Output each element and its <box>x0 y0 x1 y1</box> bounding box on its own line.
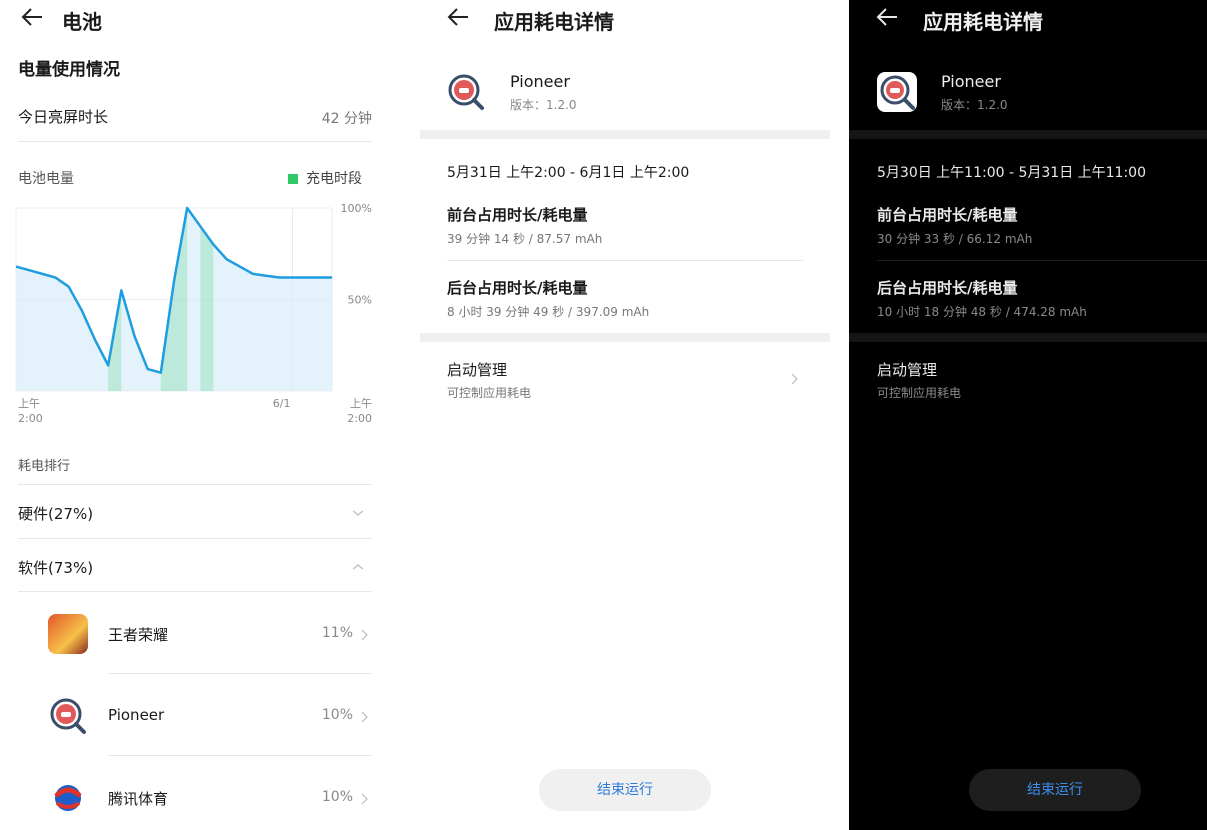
hardware-row[interactable]: 硬件(27%) <box>18 503 93 524</box>
list-item[interactable]: Pioneer 10% <box>0 676 405 756</box>
back-arrow-icon[interactable] <box>20 4 46 30</box>
foreground-label: 前台占用时长/耗电量 <box>447 206 588 224</box>
section-separator <box>420 333 830 342</box>
usage-section-title: 电量使用情况 <box>18 60 120 80</box>
background-label: 后台占用时长/耗电量 <box>447 279 588 297</box>
x-tick-label: 6/1 <box>273 397 291 410</box>
divider <box>18 538 372 539</box>
launch-label: 启动管理 <box>877 361 938 379</box>
pioneer-app-icon <box>446 72 486 112</box>
pioneer-app-icon <box>877 72 917 112</box>
app-version: 版本：1.2.0 <box>941 98 1008 112</box>
charging-area <box>200 226 214 391</box>
app-name: Pioneer <box>510 72 570 91</box>
foreground-value: 39 分钟 14 秒 / 87.57 mAh <box>447 232 603 246</box>
app-percent: 10% <box>321 707 353 723</box>
chevron-right-icon <box>357 791 371 805</box>
divider <box>877 260 1207 261</box>
top-bar: 应用耗电详情 <box>849 0 1207 40</box>
battery-screen: 电池 电量使用情况 今日亮屏时长 42 分钟 电池电量 充电时段 100% 50%… <box>0 0 405 830</box>
section-separator <box>849 333 1207 342</box>
chevron-right-icon[interactable] <box>787 371 801 385</box>
end-task-button[interactable]: 结束运行 <box>539 769 711 811</box>
chevron-down-icon[interactable] <box>351 505 365 519</box>
list-item[interactable]: 腾讯体育 10% <box>0 758 405 830</box>
y-tick-label: 100% <box>341 202 372 215</box>
page-title: 应用耗电详情 <box>923 10 1043 34</box>
background-label: 后台占用时长/耗电量 <box>877 279 1018 297</box>
divider <box>108 673 372 674</box>
app-name: Pioneer <box>941 72 1001 91</box>
tencent-sports-app-icon <box>48 778 88 818</box>
background-value: 10 小时 18 分钟 48 秒 / 474.28 mAh <box>877 305 1087 319</box>
foreground-value: 30 分钟 33 秒 / 66.12 mAh <box>877 232 1033 246</box>
page-title: 电池 <box>62 10 102 34</box>
chart-legend: 充电时段 <box>288 168 362 188</box>
end-task-button[interactable]: 结束运行 <box>969 769 1141 811</box>
battery-chart-svg: 100% 50% 上午 2:00 6/1 上午 2:00 <box>15 202 372 425</box>
app-version: 版本：1.2.0 <box>510 98 577 112</box>
back-arrow-icon[interactable] <box>446 4 472 30</box>
foreground-label: 前台占用时长/耗电量 <box>877 206 1018 224</box>
ranking-label: 耗电排行 <box>18 459 71 474</box>
divider <box>18 484 372 485</box>
x-tick-label: 上午 <box>350 397 372 410</box>
section-separator <box>849 130 1207 139</box>
top-bar: 应用耗电详情 <box>420 0 830 40</box>
screen-on-value: 42 分钟 <box>321 111 372 127</box>
app-name: 腾讯体育 <box>108 790 169 808</box>
launch-sub: 可控制应用耗电 <box>447 386 532 400</box>
top-bar: 电池 <box>0 0 405 40</box>
battery-level-label: 电池电量 <box>18 171 74 187</box>
divider <box>447 260 803 261</box>
legend-charging-label: 充电时段 <box>306 171 362 187</box>
chevron-up-icon[interactable] <box>351 559 365 573</box>
app-detail-screen-dark: 应用耗电详情 Pioneer 版本：1.2.0 5月30日 上午11:00 - … <box>849 0 1207 830</box>
launch-label: 启动管理 <box>447 361 508 379</box>
app-name: 王者荣耀 <box>108 626 169 644</box>
time-range: 5月30日 上午11:00 - 5月31日 上午11:00 <box>877 165 1146 181</box>
divider <box>108 755 372 756</box>
x-tick-label: 2:00 <box>347 412 372 425</box>
pioneer-app-icon <box>48 696 88 736</box>
app-percent: 11% <box>321 625 353 641</box>
page-title: 应用耗电详情 <box>494 10 614 34</box>
divider <box>18 591 372 592</box>
software-row[interactable]: 软件(73%) <box>18 557 93 578</box>
app-percent: 10% <box>321 789 353 805</box>
chevron-right-icon <box>357 627 371 641</box>
honor-of-kings-app-icon <box>48 614 88 654</box>
app-name: Pioneer <box>108 706 165 724</box>
y-tick-label: 50% <box>348 294 372 307</box>
x-tick-label: 2:00 <box>18 412 43 425</box>
chevron-right-icon <box>357 709 371 723</box>
battery-chart: 100% 50% 上午 2:00 6/1 上午 2:00 <box>14 196 394 436</box>
charging-swatch <box>288 174 298 184</box>
background-value: 8 小时 39 分钟 49 秒 / 397.09 mAh <box>447 305 650 319</box>
time-range: 5月31日 上午2:00 - 6月1日 上午2:00 <box>447 165 690 181</box>
x-tick-label: 上午 <box>18 397 40 410</box>
screen-on-label: 今日亮屏时长 <box>18 108 109 126</box>
back-arrow-icon[interactable] <box>875 4 901 30</box>
app-detail-screen-light: 应用耗电详情 Pioneer 版本：1.2.0 5月31日 上午2:00 - 6… <box>420 0 830 830</box>
section-separator <box>420 130 830 139</box>
launch-sub: 可控制应用耗电 <box>877 386 962 400</box>
list-item[interactable]: 王者荣耀 11% <box>0 594 405 674</box>
divider <box>18 141 372 142</box>
